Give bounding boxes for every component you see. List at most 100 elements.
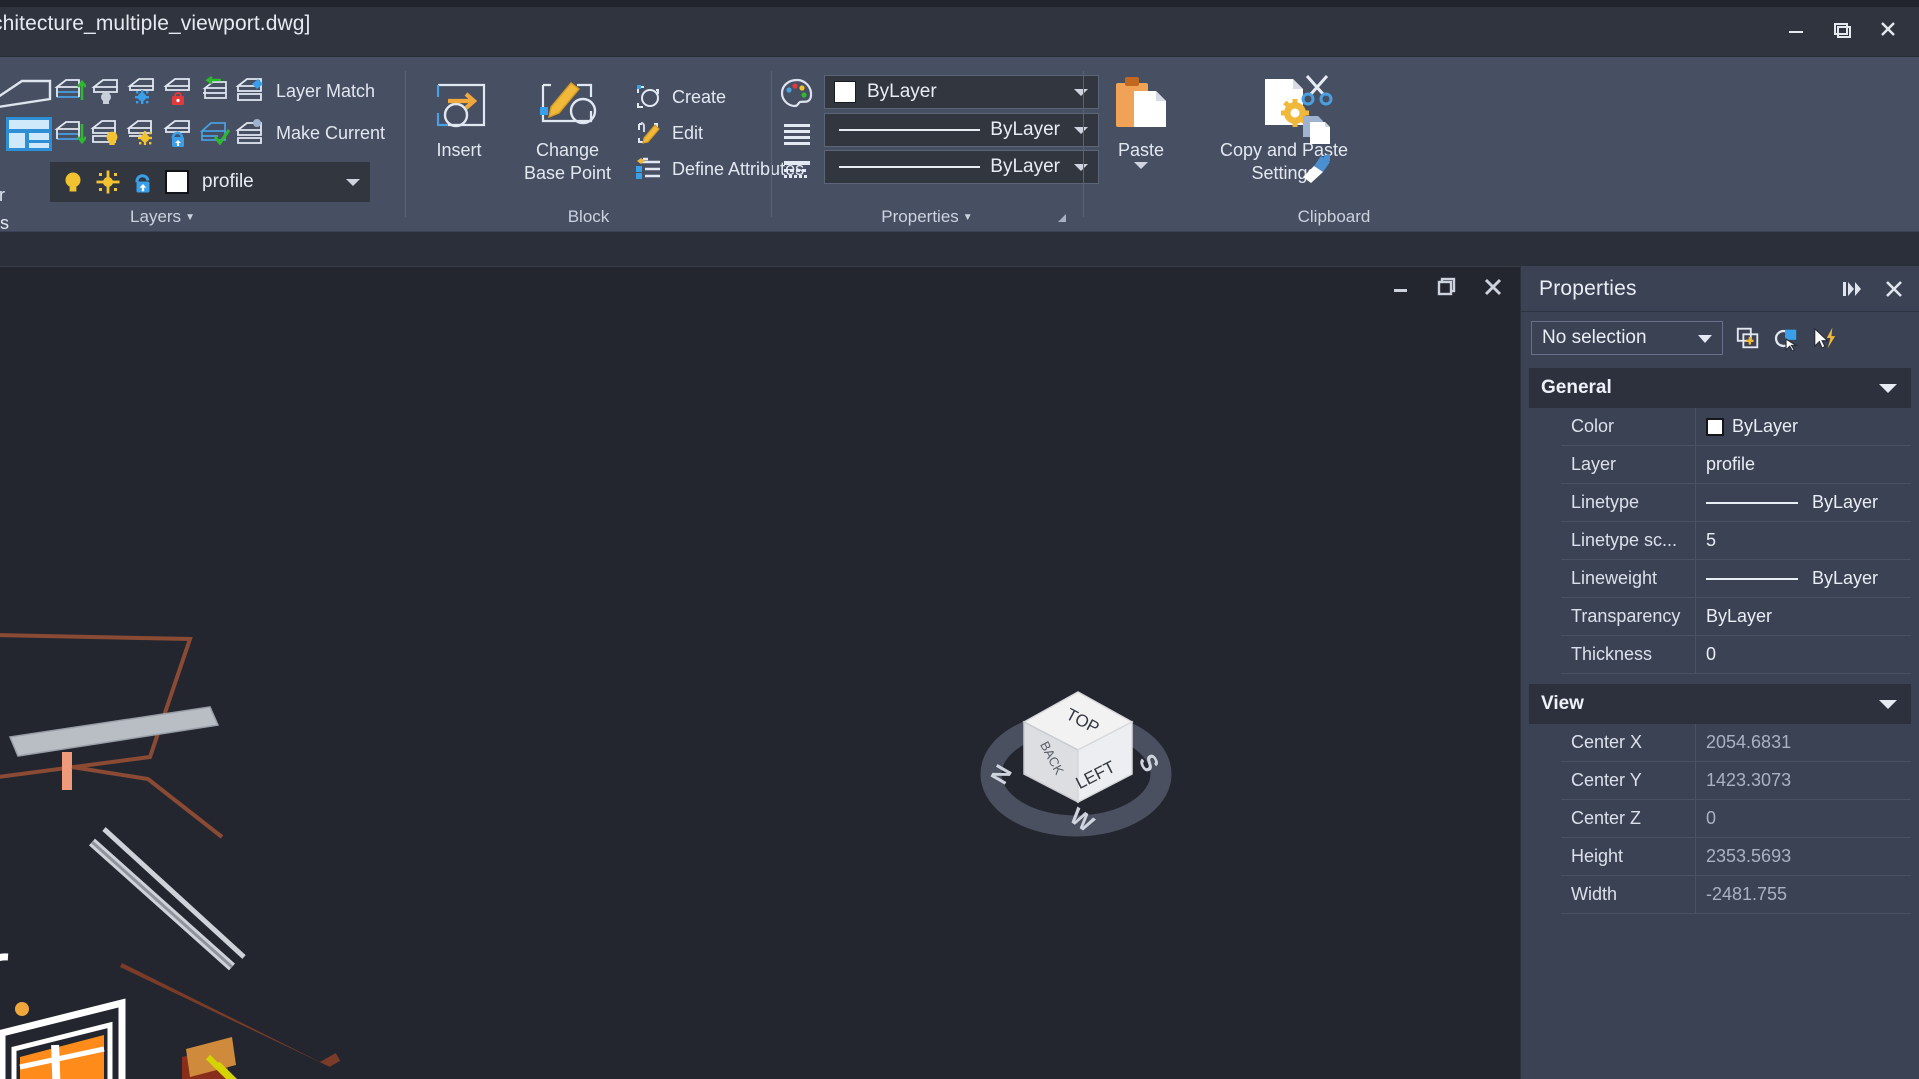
properties-group-general[interactable]: General	[1529, 368, 1911, 408]
property-value[interactable]: profile	[1696, 446, 1911, 483]
drawing-canvas-area[interactable]: N S W TOP LEFT BACK	[0, 266, 1520, 1079]
change-base-point-label-1: Change	[535, 140, 600, 160]
properties-panel-dialog-launcher[interactable]	[1058, 214, 1066, 222]
document-close-button[interactable]	[1480, 275, 1506, 299]
property-row-center-x[interactable]: Center X 2054.6831	[1561, 724, 1911, 762]
cut-button[interactable]	[1299, 73, 1335, 112]
document-restore-button[interactable]	[1434, 275, 1460, 299]
property-value[interactable]: ByLayer	[1696, 408, 1911, 445]
layer-merge-button[interactable]	[232, 115, 268, 151]
object-color-dropdown[interactable]: ByLayer	[824, 75, 1099, 109]
copy-and-paste-settings-button[interactable]: Copy and Paste Settings	[1194, 73, 1374, 185]
property-key: Thickness	[1561, 636, 1696, 673]
make-current-text-button[interactable]: Make Current	[272, 115, 389, 151]
copy-button[interactable]	[1299, 113, 1335, 152]
document-minimize-button[interactable]	[1388, 275, 1414, 299]
object-color-swatch	[834, 81, 856, 103]
properties-group-general-title: General	[1541, 377, 1612, 398]
block-create-icon	[637, 85, 659, 108]
copy-paste-settings-label-1: Copy and Paste	[1219, 140, 1349, 160]
property-row-lineweight[interactable]: Lineweight ByLayer	[1561, 560, 1911, 598]
properties-palette-title: Properties	[1539, 276, 1637, 300]
panel-label-clipboard-text: Clipboard	[1297, 207, 1371, 226]
create-block-label: Create	[672, 86, 727, 107]
property-value[interactable]: ByLayer	[1696, 560, 1911, 597]
layer-match-text-button[interactable]: Layer Match	[272, 73, 379, 109]
property-row-linetype-scale[interactable]: Linetype sc... 5	[1561, 522, 1911, 560]
panel-label-layers[interactable]: Layers ▼	[0, 207, 405, 227]
property-key: Layer	[1561, 446, 1696, 483]
chevron-down-icon[interactable]	[1134, 162, 1148, 169]
layer-previous-button[interactable]	[196, 73, 232, 109]
quick-properties-button[interactable]	[1811, 325, 1837, 351]
property-key: Height	[1561, 838, 1696, 875]
quick-select-button[interactable]	[1735, 325, 1761, 351]
layer-properties-button[interactable]	[0, 73, 56, 170]
ribbon-panel-labels: Layers ▼ Block Properties ▼ Clipboard	[0, 203, 1919, 231]
auto-hide-button[interactable]	[1839, 276, 1865, 302]
title-bar-top-strip	[0, 0, 1919, 7]
panel-label-properties-text: Properties	[881, 207, 959, 226]
create-block-button[interactable]: Create	[634, 79, 726, 115]
linetype-button[interactable]	[782, 119, 812, 154]
property-value-text: ByLayer	[1812, 568, 1879, 588]
property-value[interactable]: ByLayer	[1696, 598, 1911, 635]
lineweight-dropdown[interactable]: ByLayer	[824, 150, 1099, 184]
property-row-transparency[interactable]: Transparency ByLayer	[1561, 598, 1911, 636]
minimize-button[interactable]	[1773, 7, 1819, 51]
property-row-layer[interactable]: Layer profile	[1561, 446, 1911, 484]
layer-freeze-button[interactable]	[124, 73, 160, 109]
layer-turn-all-on-button[interactable]	[88, 115, 124, 151]
property-value[interactable]: 1423.3073	[1696, 762, 1911, 799]
close-button[interactable]	[1865, 7, 1911, 51]
layer-make-current-check-button[interactable]	[196, 115, 232, 151]
properties-palette-close-button[interactable]	[1881, 276, 1907, 302]
property-value[interactable]: 2353.5693	[1696, 838, 1911, 875]
property-row-linetype[interactable]: Linetype ByLayer	[1561, 484, 1911, 522]
layer-lock-button[interactable]	[160, 73, 196, 109]
property-row-height[interactable]: Height 2353.5693	[1561, 838, 1911, 876]
match-properties-button[interactable]	[1299, 153, 1335, 192]
layer-off-button[interactable]	[88, 73, 124, 109]
restore-button[interactable]	[1819, 7, 1865, 51]
properties-palette-header: Properties	[1521, 266, 1919, 312]
property-row-color[interactable]: Color ByLayer	[1561, 408, 1911, 446]
lineweight-button[interactable]	[782, 156, 812, 191]
selection-dropdown[interactable]: No selection	[1531, 321, 1723, 355]
edit-block-button[interactable]: Edit	[634, 115, 703, 151]
panel-label-properties[interactable]: Properties ▼	[772, 207, 1082, 227]
change-base-point-button[interactable]: Change Base Point	[505, 73, 630, 185]
layer-unlock-button[interactable]	[160, 115, 196, 151]
property-value[interactable]: 5	[1696, 522, 1911, 559]
properties-palette-body: General Color ByLayer Layer profile Line…	[1521, 364, 1919, 1079]
property-value[interactable]: -2481.755	[1696, 876, 1911, 913]
lineweight-value: ByLayer	[990, 156, 1060, 177]
layer-thaw-all-icon	[126, 120, 152, 145]
layer-match-button[interactable]	[232, 73, 268, 109]
layer-merge-icon	[235, 119, 262, 144]
lightbulb-on-icon	[65, 172, 81, 192]
layer-thaw-all-button[interactable]	[124, 115, 160, 151]
layer-isolate-button[interactable]	[52, 73, 88, 109]
color-palette-button[interactable]	[780, 77, 814, 114]
block-edit-icon	[638, 122, 660, 144]
properties-palette: Properties No selection General Color By…	[1520, 266, 1919, 1079]
properties-group-view[interactable]: View	[1529, 684, 1911, 724]
insert-block-button[interactable]: Insert	[412, 73, 506, 162]
layer-dropdown[interactable]: profile	[50, 162, 370, 202]
property-row-center-y[interactable]: Center Y 1423.3073	[1561, 762, 1911, 800]
select-objects-button[interactable]	[1773, 325, 1799, 351]
linetype-dropdown[interactable]: ByLayer	[824, 113, 1099, 147]
property-value[interactable]: 0	[1696, 636, 1911, 673]
paste-button[interactable]: Paste	[1094, 73, 1188, 169]
property-row-thickness[interactable]: Thickness 0	[1561, 636, 1911, 674]
chevron-down-icon	[1879, 384, 1897, 393]
property-value[interactable]: 2054.6831	[1696, 724, 1911, 761]
property-value-text: ByLayer	[1732, 416, 1799, 436]
layer-freeze-icon	[127, 78, 154, 104]
property-row-width[interactable]: Width -2481.755	[1561, 876, 1911, 914]
property-value[interactable]: ByLayer	[1696, 484, 1911, 521]
property-row-center-z[interactable]: Center Z 0	[1561, 800, 1911, 838]
property-value[interactable]: 0	[1696, 800, 1911, 837]
layer-unisolate-button[interactable]	[52, 115, 88, 151]
